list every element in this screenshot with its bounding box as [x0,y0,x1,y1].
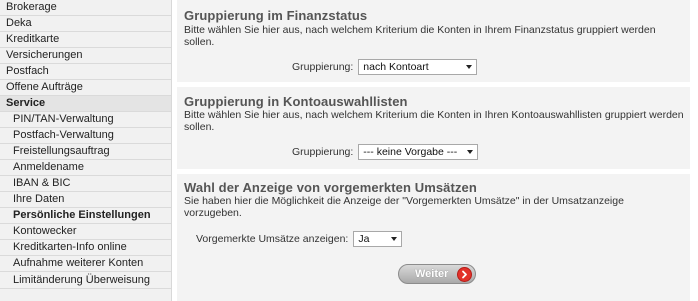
sidebar-item-persoenliche-einstellungen[interactable]: Persönliche Einstellungen [0,208,171,224]
sidebar-item-freistellungsauftrag[interactable]: Freistellungsauftrag [0,144,171,160]
sidebar-item-iban-bic[interactable]: IBAN & BIC [0,176,171,192]
kontoauswahl-grouping-select[interactable]: --- keine Vorgabe --- [358,144,479,160]
vorgemerkte-umsaetze-select[interactable]: Ja [353,231,403,247]
sidebar-nav: Brokerage Deka Kreditkarte Versicherunge… [0,0,172,301]
section-title: Gruppierung im Finanzstatus [184,8,368,23]
sidebar-item-ihre-daten[interactable]: Ihre Daten [0,192,171,208]
sidebar-item-limitaenderung-ueberweisung[interactable]: Limitänderung Überweisung [0,272,171,289]
vorgemerkte-umsaetze-label: Vorgemerkte Umsätze anzeigen: [196,233,349,245]
kontoauswahl-grouping-panel: Gruppierung in Kontoauswahllisten Bitte … [177,87,690,169]
form-row: Vorgemerkte Umsätze anzeigen: Ja [196,231,403,247]
select-value: Ja [358,233,370,245]
finanzstatus-grouping-panel: Gruppierung im Finanzstatus Bitte wählen… [177,0,690,82]
finanzstatus-grouping-select[interactable]: nach Kontoart [358,59,478,75]
sidebar-item-kreditkarte[interactable]: Kreditkarte [0,32,171,48]
sidebar-item-versicherungen[interactable]: Versicherungen [0,48,171,64]
select-value: nach Kontoart [363,61,429,73]
form-row: Gruppierung: --- keine Vorgabe --- [292,144,479,160]
select-value: --- keine Vorgabe --- [363,146,458,158]
weiter-button-label: Weiter [415,268,449,280]
chevron-right-icon [457,267,472,282]
section-description: Bitte wählen Sie hier aus, nach welchem … [184,24,656,48]
sidebar-item-postfach[interactable]: Postfach [0,64,171,80]
sidebar-item-kontowecker[interactable]: Kontowecker [0,224,171,240]
sidebar-item-aufnahme-weiterer-konten[interactable]: Aufnahme weiterer Konten [0,256,171,272]
sidebar-item-brokerage[interactable]: Brokerage [0,0,171,16]
form-row: Gruppierung: nach Kontoart [292,59,478,75]
section-description: Sie haben hier die Möglichkeit die Anzei… [184,195,624,219]
chevron-down-icon [467,150,474,154]
section-title: Wahl der Anzeige von vorgemerkten Umsätz… [184,180,477,195]
sidebar-section-service[interactable]: Service [0,96,171,112]
grouping-label: Gruppierung: [292,61,354,73]
chevron-down-icon [391,237,398,241]
grouping-label: Gruppierung: [292,146,354,158]
sidebar-item-deka[interactable]: Deka [0,16,171,32]
sidebar-item-kreditkarten-info-online[interactable]: Kreditkarten-Info online [0,240,171,256]
settings-content: Gruppierung im Finanzstatus Bitte wählen… [172,0,698,301]
section-description: Bitte wählen Sie hier aus, nach welchem … [184,109,684,133]
chevron-down-icon [466,65,473,69]
sidebar-item-postfach-verwaltung[interactable]: Postfach-Verwaltung [0,128,171,144]
weiter-button[interactable]: Weiter [398,264,476,284]
section-title: Gruppierung in Kontoauswahllisten [184,94,408,109]
sidebar-item-pin-tan-verwaltung[interactable]: PIN/TAN-Verwaltung [0,112,171,128]
sidebar-item-anmeldename[interactable]: Anmeldename [0,160,171,176]
sidebar-item-offene-auftraege[interactable]: Offene Aufträge [0,80,171,96]
